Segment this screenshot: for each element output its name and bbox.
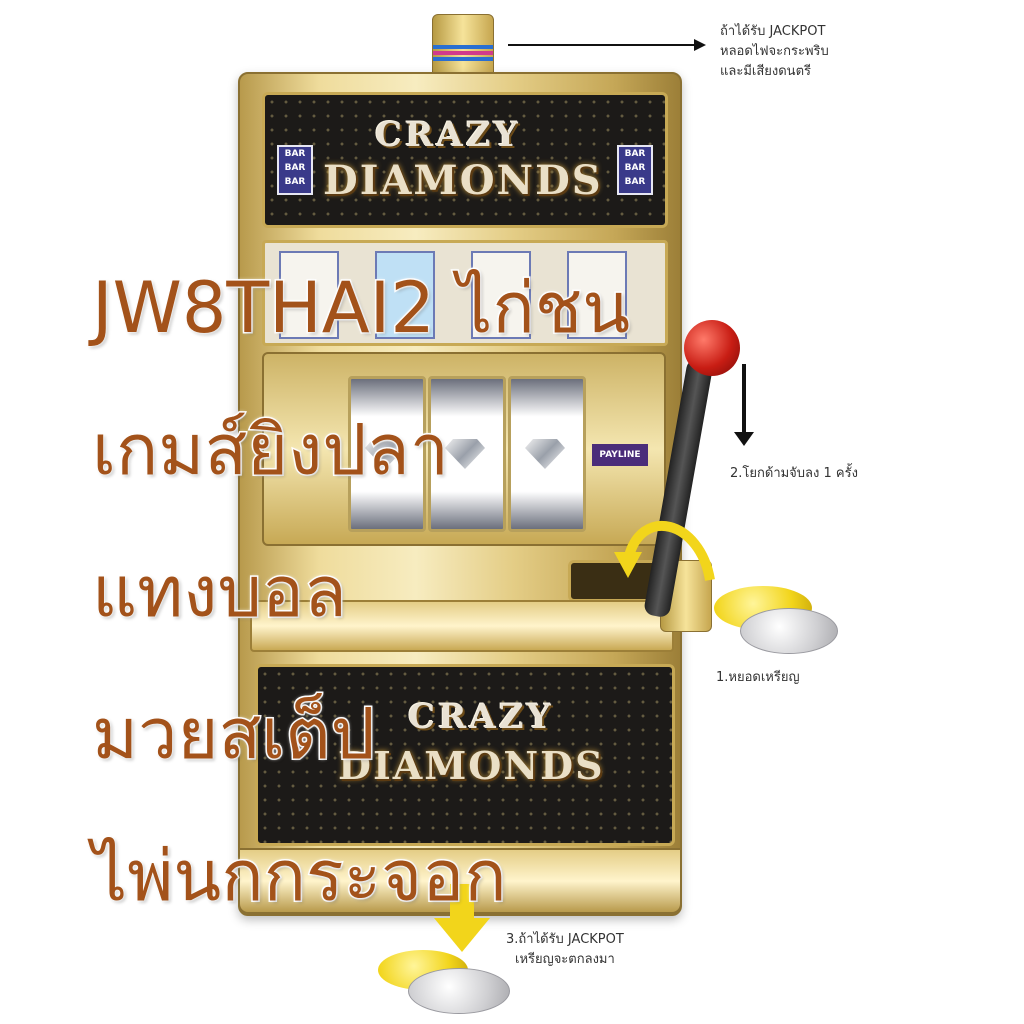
headline-line-1: JW8THAI2 ไก่ชน <box>90 267 631 350</box>
step2-note: 2.โยกด้ามจับลง 1 ครั้ง <box>730 466 858 481</box>
curved-arrow-icon <box>614 520 715 581</box>
step1-note: 1.หยอดเหรียญ <box>716 670 800 685</box>
jackpot-arrow-line <box>508 44 696 46</box>
headline-line-4: มวยสเต็ป <box>90 693 376 776</box>
bar-badge-right: BAR BAR BAR <box>617 145 653 195</box>
arrow-down-icon <box>734 432 754 446</box>
bar-badge-left: BAR BAR BAR <box>277 145 313 195</box>
headline-line-5: ไพ่นกกระจอก <box>91 835 509 918</box>
lever-ball-icon <box>684 320 740 376</box>
jackpot-light-note: ถ้าได้รับ JACKPOT หลอดไฟจะกระพริบ และมีเ… <box>720 24 829 79</box>
jackpot-light <box>432 14 494 74</box>
step3-note: 3.ถ้าได้รับ JACKPOT เหรียญจะตกลงมา <box>506 932 624 967</box>
logo-diamonds-text: DIAMONDS <box>323 157 603 204</box>
coin-silver-icon <box>408 968 510 1014</box>
top-logo-panel: BAR BAR BAR BAR BAR BAR CRAZY DIAMONDS <box>262 92 668 228</box>
payline-label: PAYLINE <box>592 444 648 466</box>
reel-3 <box>508 376 586 532</box>
headline-line-3: แทงบอล <box>91 551 349 634</box>
diamond-icon <box>525 439 565 469</box>
logo-crazy-text-bottom: CRAZY <box>408 697 554 737</box>
product-image: BAR BAR BAR BAR BAR BAR CRAZY DIAMONDS PAYLI… <box>0 0 1024 1024</box>
logo-crazy-text: CRAZY <box>375 115 521 155</box>
diamond-icon <box>445 439 485 469</box>
arrow-right-icon <box>694 39 706 51</box>
coin-silver-icon <box>740 608 838 654</box>
headline-line-2: เกมส์ยิงปลา <box>90 409 450 492</box>
logo-diamonds-text-bottom: DIAMONDS <box>338 743 605 788</box>
down-arrow-line <box>742 364 746 434</box>
